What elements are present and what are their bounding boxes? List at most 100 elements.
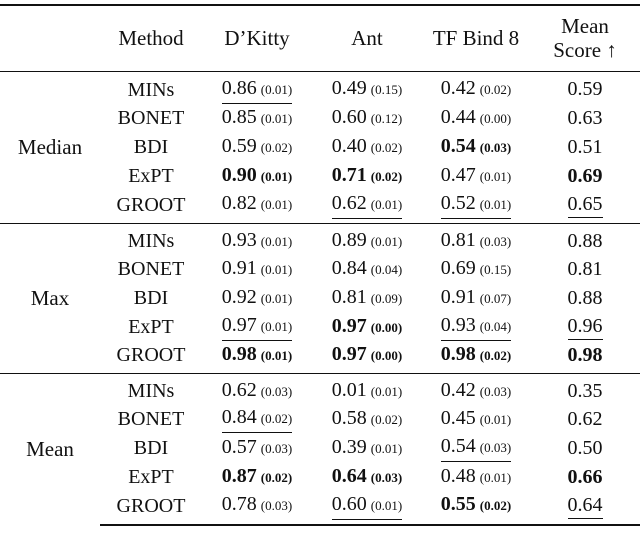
score-value: 0.78 (0.03) [222, 492, 292, 519]
score-mean: 0.97 [331, 314, 367, 337]
dkitty-cell: 0.62 (0.03) [202, 372, 312, 405]
mean-score-value: 0.69 [567, 164, 603, 187]
score-value: 0.54 (0.03) [441, 134, 511, 161]
method-cell: BDI [133, 437, 169, 459]
score-value: 0.81 (0.09) [332, 285, 402, 312]
header-mean-line1: Mean [561, 14, 609, 39]
dkitty-cell: 0.92 (0.01) [202, 284, 312, 313]
score-std: (0.02) [479, 498, 512, 513]
header-mean-line2: Score ↑ [553, 38, 617, 63]
ant-cell: 0.97 (0.00) [312, 342, 422, 374]
score-std: (0.02) [260, 139, 293, 155]
dkitty-cell: 0.93 (0.01) [202, 222, 312, 255]
score-value: 0.60 (0.01) [331, 492, 403, 520]
score-mean: 0.91 [440, 285, 476, 308]
score-value: 0.42 (0.03) [441, 378, 511, 405]
mean-score-cell: 0.98 [530, 342, 640, 374]
method-cell: MINs [100, 222, 202, 255]
score-value: 0.54 (0.03) [440, 434, 512, 462]
score-value: 0.84 (0.04) [332, 256, 402, 283]
group-label: Mean [0, 372, 100, 525]
group-label: Max [0, 222, 100, 373]
score-mean: 0.62 [221, 378, 257, 401]
method-cell: BDI [133, 287, 169, 309]
dkitty-cell: 0.87 (0.02) [202, 463, 312, 492]
score-value: 0.86 (0.01) [221, 76, 293, 104]
score-mean: 0.81 [440, 228, 476, 251]
score-value: 0.64 (0.03) [332, 464, 402, 491]
table-row: Median MINs 0.86 (0.01) 0.49 (0.15) 0.42 (0.02)… [0, 71, 640, 160]
score-std: (0.02) [370, 411, 403, 427]
results-table: Method D’Kitty Ant TF Bind 8 Mean Score … [0, 4, 640, 526]
mean-score-value: 0.96 [567, 314, 603, 340]
header-tfbind8: TF Bind 8 [432, 26, 520, 51]
ant-cell: 0.71 (0.02) [312, 162, 422, 191]
score-std: (0.00) [370, 347, 403, 363]
score-std: (0.02) [479, 82, 512, 97]
ant-cell: 0.39 (0.01) [312, 434, 422, 463]
score-value: 0.42 (0.02) [441, 76, 511, 103]
score-value: 0.98 (0.02) [441, 342, 511, 369]
method-cell: BONET [117, 258, 185, 280]
score-std: (0.01) [260, 197, 293, 212]
score-value: 0.84 (0.02) [221, 405, 293, 433]
score-std: (0.01) [479, 168, 512, 184]
score-mean: 0.54 [440, 435, 476, 457]
mean-score-value: 0.50 [567, 436, 603, 459]
method-cell: BDI [133, 136, 169, 158]
score-mean: 0.60 [331, 105, 367, 128]
method-cell: MINs [100, 372, 202, 405]
ant-cell: 0.81 (0.09) [312, 284, 422, 313]
score-std: (0.02) [260, 411, 293, 426]
score-mean: 0.57 [221, 435, 257, 458]
score-std: (0.15) [479, 261, 512, 277]
tfbind8-cell: 0.42 (0.03) [422, 372, 530, 405]
mean-score-cell: 0.63 [530, 104, 640, 133]
mean-score-value: 0.59 [567, 78, 603, 100]
score-std: (0.01) [260, 81, 293, 97]
score-value: 0.97 (0.01) [221, 313, 293, 341]
score-value: 0.55 (0.02) [441, 492, 511, 519]
score-std: (0.03) [479, 233, 512, 249]
score-std: (0.03) [260, 383, 293, 399]
score-std: (0.01) [260, 290, 293, 306]
score-mean: 0.87 [221, 464, 257, 487]
method-cell: ExPT [128, 466, 174, 488]
mean-score-value: 0.62 [567, 407, 603, 430]
ant-cell: 0.60 (0.01) [312, 491, 422, 526]
method-cell: GROOT [116, 344, 186, 366]
method-cell: BONET [117, 107, 185, 129]
score-mean: 0.91 [221, 256, 257, 279]
mean-score-cell: 0.50 [530, 434, 640, 463]
score-mean: 0.97 [331, 342, 367, 365]
score-std: (0.01) [260, 168, 293, 184]
score-mean: 0.86 [221, 76, 257, 99]
score-mean: 0.97 [221, 314, 257, 336]
dkitty-cell: 0.86 (0.01) [202, 71, 312, 104]
mean-score-cell: 0.64 [530, 491, 640, 526]
score-value: 0.47 (0.01) [441, 163, 511, 190]
score-value: 0.62 (0.01) [331, 191, 403, 219]
score-value: 0.89 (0.01) [332, 228, 402, 255]
score-mean: 0.48 [440, 464, 476, 487]
score-mean: 0.90 [221, 163, 257, 186]
score-std: (0.09) [370, 290, 403, 306]
score-mean: 0.52 [440, 191, 476, 214]
tfbind8-cell: 0.48 (0.01) [422, 463, 530, 492]
mean-score-value: 0.64 [567, 493, 603, 519]
tfbind8-cell: 0.42 (0.02) [422, 71, 530, 104]
tfbind8-cell: 0.54 (0.03) [422, 133, 530, 162]
score-mean: 0.54 [440, 134, 476, 157]
score-std: (0.01) [260, 233, 293, 249]
dkitty-cell: 0.84 (0.02) [202, 405, 312, 434]
score-value: 0.97 (0.00) [332, 342, 402, 369]
score-std: (0.01) [260, 319, 293, 334]
mean-score-value: 0.51 [567, 135, 603, 158]
score-std: (0.01) [479, 411, 512, 427]
mean-score-cell: 0.69 [530, 162, 640, 191]
score-std: (0.15) [370, 82, 403, 97]
mean-score-value: 0.65 [567, 192, 603, 218]
method-cell: BONET [117, 408, 185, 430]
score-mean: 0.60 [331, 492, 367, 515]
score-std: (0.01) [370, 440, 403, 456]
